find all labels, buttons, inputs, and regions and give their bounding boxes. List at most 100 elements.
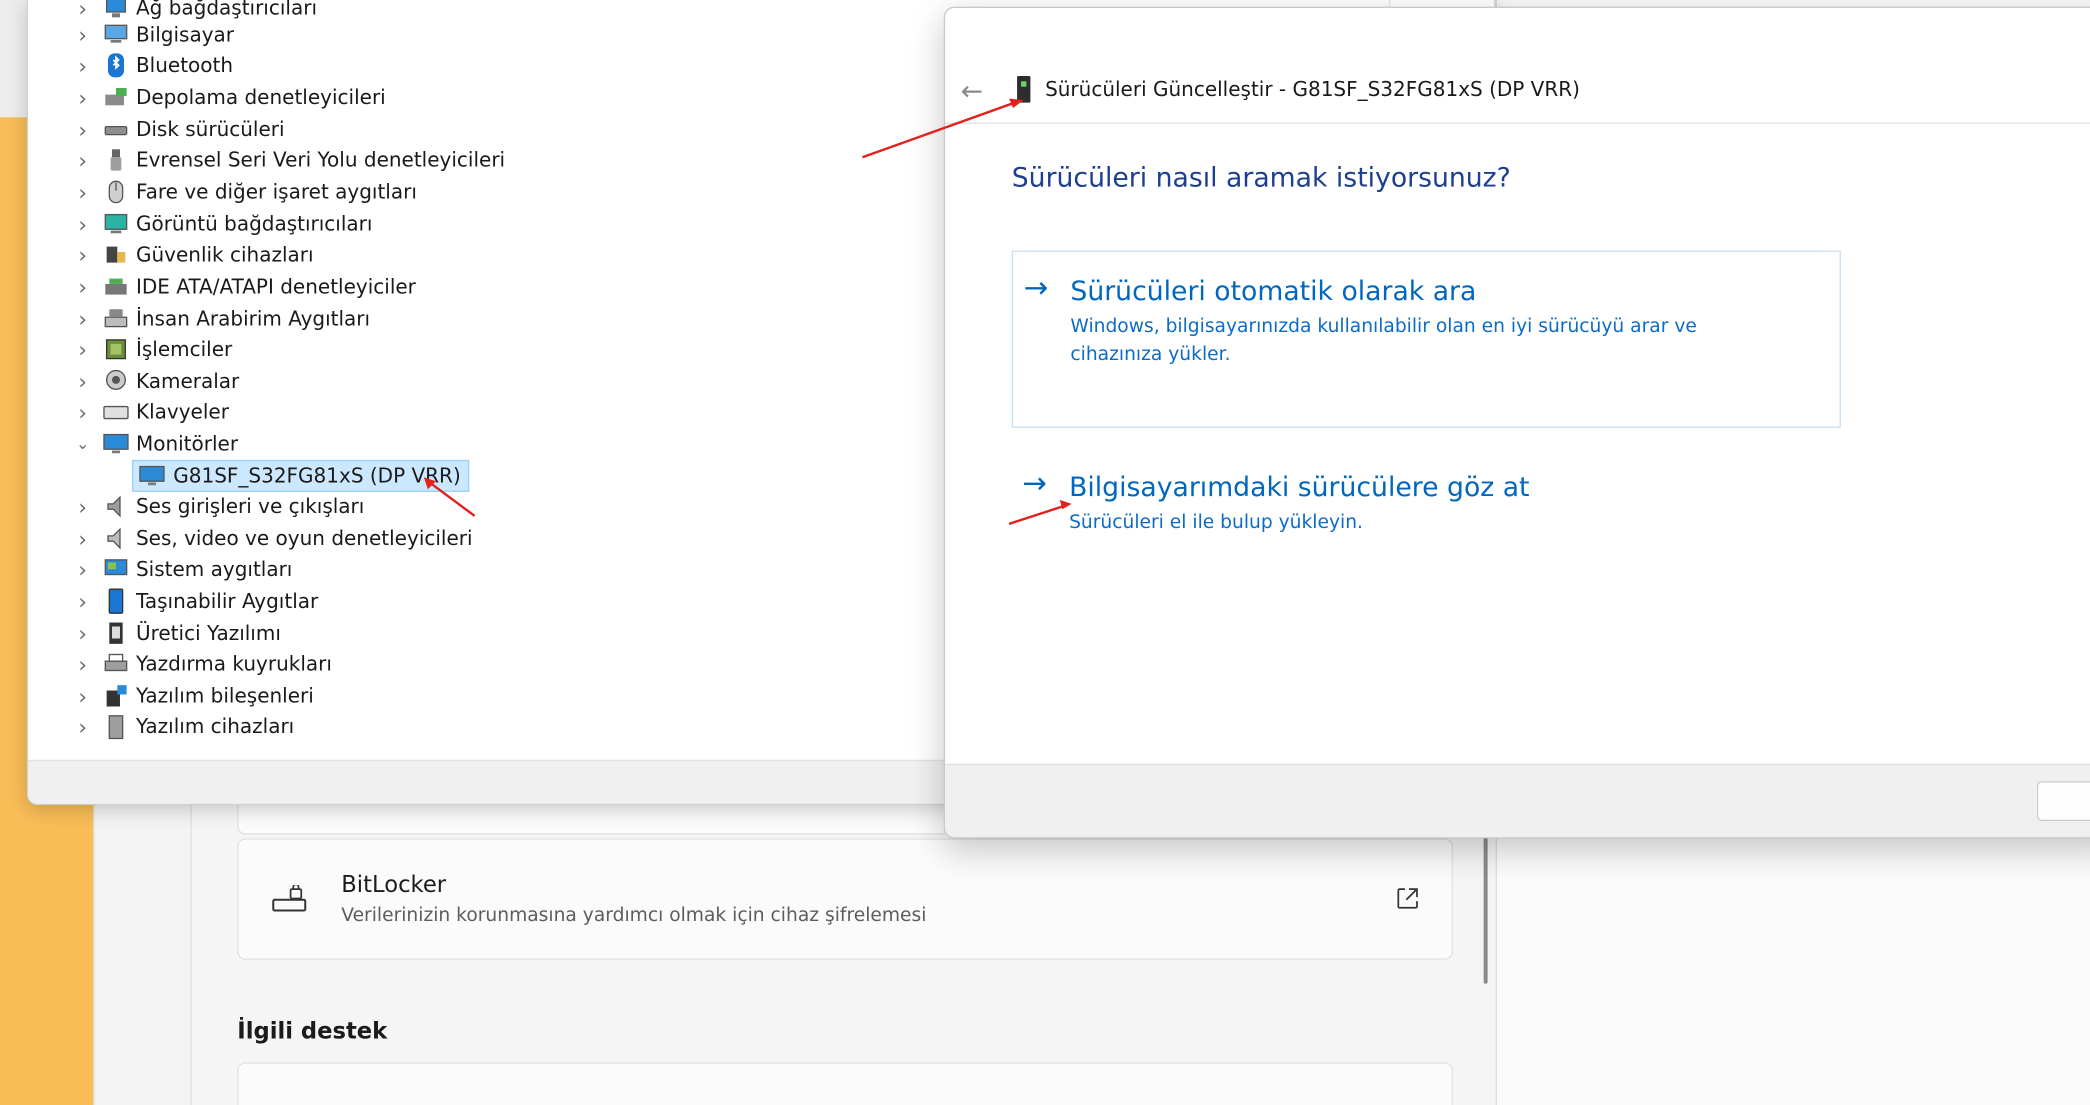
tree-category-row[interactable]: › İnsan Arabirim Aygıtları <box>71 304 370 333</box>
tree-category-label: Evrensel Seri Veri Yolu denetleyicileri <box>135 147 506 172</box>
tree-category-row[interactable]: › Güvenlik cihazları <box>71 240 314 269</box>
open-external-icon[interactable] <box>1396 886 1420 910</box>
tree-category-label: Üretici Yazılımı <box>135 621 281 646</box>
chevron-right-icon[interactable]: › <box>71 209 95 238</box>
tree-category-label: Ses, video ve oyun denetleyicileri <box>135 526 473 551</box>
browse-description: Sürücüleri el ile bulup yükleyin. <box>1069 511 1363 534</box>
selected-device-label: G81SF_S32FG81xS (DP VRR) <box>173 463 461 488</box>
tree-category-row[interactable]: › Yazılım bileşenleri <box>71 681 314 710</box>
bitlocker-description: Verilerinizin korunmasına yardımcı olmak… <box>341 905 927 927</box>
chevron-right-icon[interactable]: › <box>71 272 95 301</box>
back-arrow-icon[interactable]: ← <box>957 76 986 105</box>
tree-category-label: Bluetooth <box>135 53 234 78</box>
dialog-question: Sürücüleri nasıl aramak istiyorsunuz? <box>1011 161 1511 194</box>
tree-category-label: Bilgisayar <box>135 22 235 47</box>
processor-icon <box>103 336 130 363</box>
tree-category-row[interactable]: › Depolama denetleyicileri <box>71 83 386 112</box>
tree-category-row[interactable]: › Ses girişleri ve çıkışları <box>71 492 365 521</box>
bitlocker-title: BitLocker <box>341 871 447 899</box>
tree-category-label: IDE ATA/ATAPI denetleyiciler <box>135 274 416 299</box>
search-drivers-automatically-option[interactable]: → Sürücüleri otomatik olarak ara Windows… <box>1011 250 1841 428</box>
chevron-down-icon[interactable]: ⌄ <box>71 429 95 458</box>
network-adapter-icon <box>103 0 130 21</box>
tree-category-row[interactable]: › Üretici Yazılımı <box>71 619 281 648</box>
tree-category-row[interactable]: › Ses, video ve oyun denetleyicileri <box>71 524 473 553</box>
tree-category-label: Ses girişleri ve çıkışları <box>135 494 365 519</box>
tree-category-label: İşlemciler <box>135 337 233 362</box>
device-icon <box>1017 75 1031 103</box>
tree-category-row[interactable]: › Taşınabilir Aygıtlar <box>71 587 319 616</box>
tree-category-row[interactable]: › Fare ve diğer işaret aygıtları <box>71 177 417 206</box>
bluetooth-icon <box>103 52 130 79</box>
chevron-right-icon[interactable]: › <box>71 492 95 521</box>
tree-category-row[interactable]: › IDE ATA/ATAPI denetleyiciler <box>71 272 416 301</box>
bitlocker-card[interactable]: BitLocker Verilerinizin korunmasına yard… <box>237 838 1453 960</box>
chevron-right-icon[interactable]: › <box>71 555 95 584</box>
chevron-right-icon[interactable]: › <box>71 587 95 616</box>
chevron-right-icon[interactable]: › <box>71 335 95 364</box>
chevron-right-icon[interactable]: › <box>71 20 95 49</box>
system-device-icon <box>103 556 130 583</box>
tree-category-row[interactable]: › Bluetooth <box>71 51 233 80</box>
tree-category-row[interactable]: › Sistem aygıtları <box>71 555 293 584</box>
browse-title: Bilgisayarımdaki sürücülere göz at <box>1069 470 1530 503</box>
tree-category-row[interactable]: › Evrensel Seri Veri Yolu denetleyicileri <box>71 145 505 174</box>
chevron-right-icon[interactable]: › <box>71 177 95 206</box>
selected-monitor-device[interactable]: G81SF_S32FG81xS (DP VRR) <box>131 459 469 492</box>
tree-category-row[interactable]: › Disk sürücüleri <box>71 115 285 144</box>
software-component-icon <box>103 682 130 709</box>
tree-category-label: Sistem aygıtları <box>135 557 293 582</box>
chevron-right-icon[interactable]: › <box>71 619 95 648</box>
chevron-right-icon[interactable]: › <box>71 367 95 396</box>
tree-category-label: Monitörler <box>135 431 239 456</box>
chevron-right-icon[interactable]: › <box>71 649 95 678</box>
chevron-right-icon[interactable]: › <box>71 712 95 741</box>
tree-category-label: Yazılım bileşenleri <box>135 683 314 708</box>
chevron-right-icon[interactable]: › <box>71 83 95 112</box>
software-device-icon <box>103 713 130 740</box>
chevron-right-icon[interactable]: › <box>71 524 95 553</box>
tree-category-row[interactable]: ⌄ Monitörler <box>71 429 238 458</box>
printer-icon <box>103 651 130 678</box>
auto-search-description: Windows, bilgisayarınızda kullanılabilir… <box>1070 315 1697 366</box>
portable-device-icon <box>103 588 130 615</box>
tree-category-label: Depolama denetleyicileri <box>135 85 386 110</box>
camera-icon <box>103 368 130 395</box>
tree-category-row[interactable]: › Görüntü bağdaştırıcıları <box>71 209 373 238</box>
tree-category-row[interactable]: › İşlemciler <box>71 335 233 364</box>
chevron-right-icon[interactable]: › <box>71 681 95 710</box>
tree-category-row[interactable]: › Bilgisayar <box>71 20 234 49</box>
chevron-right-icon[interactable]: › <box>71 304 95 333</box>
browse-my-computer-option[interactable]: → Bilgisayarımdaki sürücülere göz at Sür… <box>1012 448 1838 541</box>
firmware-icon <box>103 620 130 647</box>
dialog-footer <box>945 763 2090 838</box>
dialog-title: Sürücüleri Güncelleştir - G81SF_S32FG81x… <box>1045 77 1580 102</box>
tree-category-row[interactable]: › Klavyeler <box>71 397 229 426</box>
chevron-right-icon[interactable]: › <box>71 145 95 174</box>
usb-icon <box>103 147 130 174</box>
related-support-heading: İlgili destek <box>237 1018 388 1046</box>
tree-category-label: Güvenlik cihazları <box>135 242 314 267</box>
related-support-card[interactable] <box>237 1062 1453 1105</box>
tree-category-row[interactable]: › Kameralar <box>71 367 240 396</box>
tree-category-label: Yazdırma kuyrukları <box>135 651 332 676</box>
chevron-right-icon[interactable]: › <box>71 115 95 144</box>
storage-controller-icon <box>103 84 130 111</box>
chevron-right-icon[interactable]: › <box>71 397 95 426</box>
tree-category-label: Taşınabilir Aygıtlar <box>135 589 319 614</box>
tree-category-row[interactable]: › Yazılım cihazları <box>71 712 295 741</box>
chevron-right-icon[interactable]: › <box>71 51 95 80</box>
disk-drive-icon <box>103 116 130 143</box>
cancel-button[interactable] <box>2036 781 2090 822</box>
ide-controller-icon <box>103 273 130 300</box>
auto-search-title: Sürücüleri otomatik olarak ara <box>1070 274 1477 307</box>
arrow-right-icon: → <box>1022 467 1047 502</box>
computer-icon <box>103 21 130 48</box>
monitor-icon <box>103 431 130 458</box>
tree-category-label: Fare ve diğer işaret aygıtları <box>135 179 417 204</box>
tree-category-row[interactable]: › Yazdırma kuyrukları <box>71 649 332 678</box>
tree-category-label: Klavyeler <box>135 399 229 424</box>
chevron-right-icon[interactable]: › <box>71 240 95 269</box>
arrow-right-icon: → <box>1023 271 1049 306</box>
tree-category-label: Kameralar <box>135 369 240 394</box>
